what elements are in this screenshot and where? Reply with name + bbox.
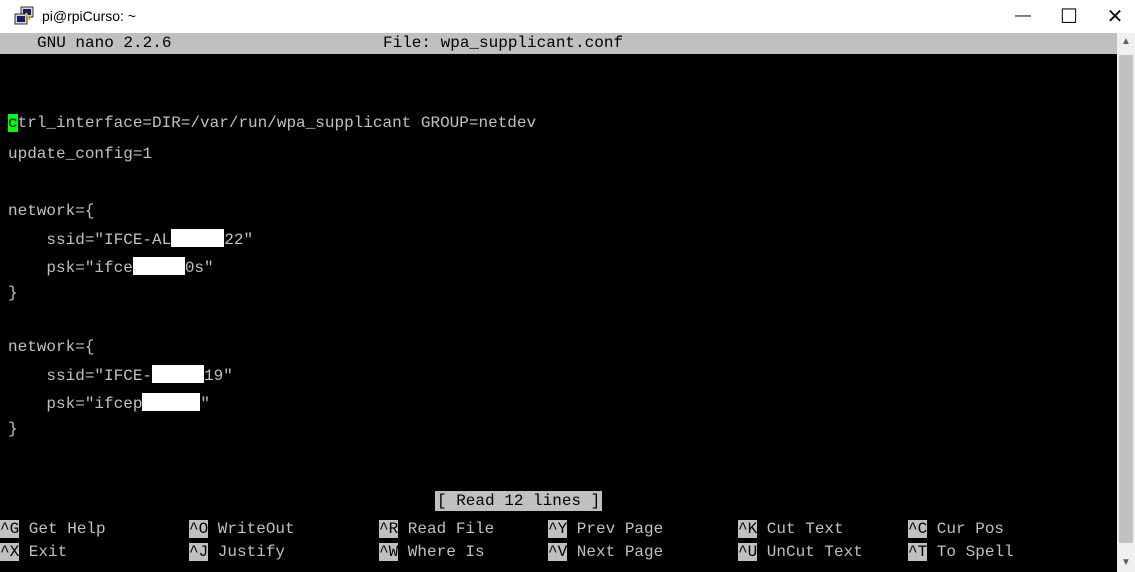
shortcut-cut-text[interactable]: ^K Cut Text	[738, 519, 844, 539]
file-line-11: psk="ifcep "	[8, 393, 211, 413]
shortcut-next-page[interactable]: ^V Next Page	[548, 542, 663, 562]
window-titlebar: pi@rpiCurso: ~ — ☐ ✕	[0, 0, 1135, 32]
text-cursor: c	[8, 114, 18, 132]
vertical-scrollbar[interactable]: ▲ ▼	[1117, 33, 1135, 572]
scroll-up-icon[interactable]: ▲	[1117, 33, 1135, 51]
scroll-thumb[interactable]	[1119, 55, 1133, 543]
nano-header: GNU nano 2.2.6 File: wpa_supplicant.conf	[0, 33, 1117, 54]
file-line-4: network={	[8, 202, 95, 220]
window-title: pi@rpiCurso: ~	[42, 8, 136, 24]
file-line-7: }	[8, 284, 18, 302]
shortcut-exit[interactable]: ^X Exit	[0, 542, 67, 562]
nano-filename: File: wpa_supplicant.conf	[383, 34, 624, 52]
terminal-area[interactable]: GNU nano 2.2.6 File: wpa_supplicant.conf…	[0, 33, 1117, 572]
close-icon: ✕	[1106, 5, 1124, 28]
scroll-down-icon[interactable]: ▼	[1117, 554, 1135, 572]
close-button[interactable]: ✕	[1092, 0, 1135, 32]
file-line-12: }	[8, 420, 18, 438]
shortcut-read-file[interactable]: ^R Read File	[379, 519, 494, 539]
file-line-9: network={	[8, 338, 95, 356]
shortcut-cur-pos[interactable]: ^C Cur Pos	[908, 519, 1004, 539]
file-line-1: ctrl_interface=DIR=/var/run/wpa_supplica…	[8, 114, 537, 132]
file-line-2: update_config=1	[8, 145, 153, 163]
shortcut-row-1: ^G Get Help ^O WriteOut ^R Read File ^Y …	[0, 519, 1004, 539]
redacted-block	[171, 229, 225, 247]
redacted-block	[142, 393, 201, 411]
redacted-block	[152, 365, 205, 383]
shortcut-writeout[interactable]: ^O WriteOut	[189, 519, 295, 539]
minimize-icon: —	[1015, 7, 1031, 24]
file-line-6: psk="ifce 0s"	[8, 257, 214, 277]
maximize-button[interactable]: ☐	[1046, 0, 1092, 32]
shortcut-get-help[interactable]: ^G Get Help	[0, 519, 106, 539]
shortcut-row-2: ^X Exit ^J Justify ^W Where Is ^V Next P…	[0, 542, 1014, 562]
shortcut-uncut-text[interactable]: ^U UnCut Text	[738, 542, 863, 562]
redacted-block	[132, 257, 185, 275]
minimize-button[interactable]: —	[1000, 0, 1046, 32]
shortcut-to-spell[interactable]: ^T To Spell	[908, 542, 1014, 562]
file-line-10: ssid="IFCE- 19"	[8, 365, 233, 385]
nano-version: GNU nano 2.2.6	[37, 34, 172, 52]
shortcut-prev-page[interactable]: ^Y Prev Page	[548, 519, 663, 539]
status-message: [ Read 12 lines ]	[435, 491, 603, 511]
maximize-icon: ☐	[1060, 5, 1078, 28]
shortcut-justify[interactable]: ^J Justify	[189, 542, 285, 562]
file-line-5: ssid="IFCE-AL 22"	[8, 229, 254, 249]
shortcut-where-is[interactable]: ^W Where Is	[379, 542, 485, 562]
putty-icon	[14, 6, 34, 25]
